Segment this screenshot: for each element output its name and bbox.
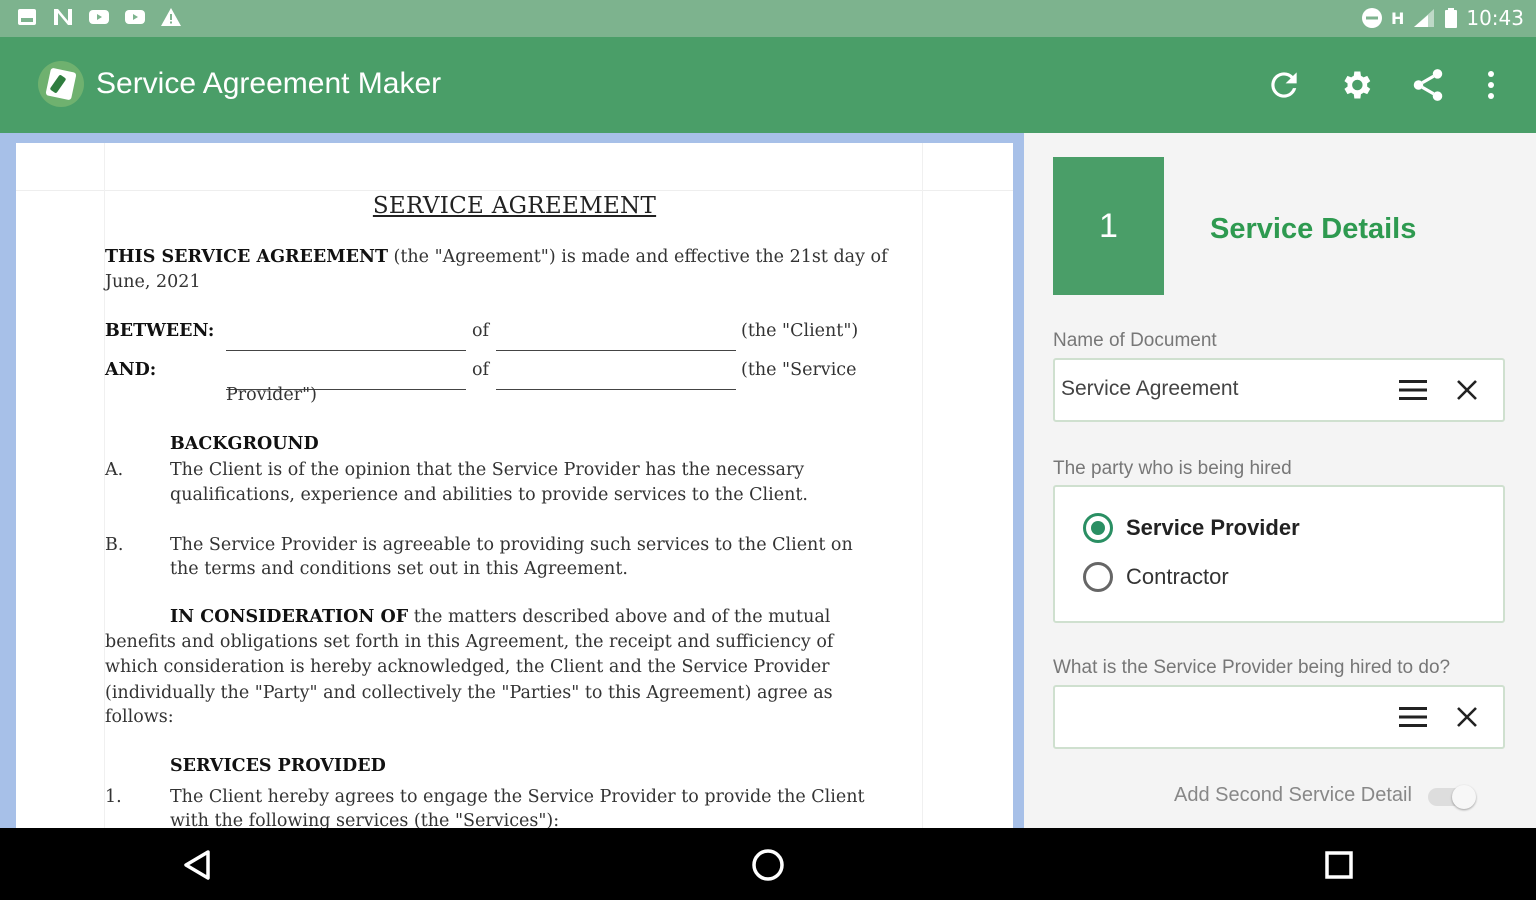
services-1-marker: 1. (105, 787, 122, 807)
clause-b-marker: B. (105, 535, 124, 555)
provider-tag-cont: Provider") (226, 385, 317, 405)
intro-line-2: June, 2021 (105, 272, 201, 292)
back-button[interactable] (174, 842, 220, 888)
consideration-line-1: IN CONSIDERATION OF the matters describe… (170, 607, 831, 627)
document-name-field[interactable]: Service Agreement (1053, 358, 1505, 422)
client-name-blank (226, 333, 466, 351)
radio-unchecked-icon[interactable] (1083, 562, 1113, 592)
clause-b-line-1: The Service Provider is agreeable to pro… (170, 535, 853, 555)
menu-icon[interactable] (1399, 706, 1427, 728)
party-label: The party who is being hired (1053, 458, 1292, 479)
clause-a-line-2: qualifications, experience and abilities… (170, 485, 808, 505)
radio-contractor[interactable]: Contractor (1083, 562, 1229, 592)
recents-icon (1325, 851, 1353, 879)
radio-label: Service Provider (1126, 515, 1300, 540)
clear-icon[interactable] (1455, 378, 1479, 402)
services-1-line-1: The Client hereby agrees to engage the S… (170, 787, 865, 807)
step-title: Service Details (1210, 213, 1417, 245)
provider-address-blank (496, 372, 736, 390)
settings-button[interactable] (1334, 63, 1378, 107)
refresh-button[interactable] (1262, 63, 1306, 107)
step-number-badge: 1 (1053, 157, 1164, 295)
status-bar: H 10:43 (0, 0, 1536, 37)
youtube-icon (125, 10, 145, 24)
battery-icon (1445, 8, 1458, 28)
system-indicators: H 10:43 (1361, 6, 1524, 30)
app-title: Service Agreement Maker (96, 67, 442, 100)
app-bar: Service Agreement Maker (0, 37, 1536, 133)
task-field[interactable] (1053, 685, 1505, 749)
form-pane: 1 Service Details Name of Document Servi… (1024, 133, 1536, 828)
main-content: SERVICE AGREEMENT THIS SERVICE AGREEMENT… (0, 133, 1536, 828)
toggle-knob[interactable] (1452, 785, 1476, 809)
consideration-line-5: follows: (105, 707, 174, 727)
client-address-blank (496, 333, 736, 351)
provider-tag: (the "Service (741, 360, 857, 380)
document-title: SERVICE AGREEMENT (372, 193, 657, 219)
background-heading: BACKGROUND (170, 434, 319, 454)
consideration-line-4: (individually the "Party" and collective… (105, 683, 833, 703)
radio-checked-icon[interactable] (1083, 513, 1113, 543)
home-icon (752, 849, 784, 881)
party-radio-group: Service Provider Contractor (1053, 485, 1505, 623)
share-icon (1413, 69, 1443, 101)
warning-icon (161, 8, 181, 26)
recents-button[interactable] (1316, 842, 1362, 888)
document-page[interactable]: SERVICE AGREEMENT THIS SERVICE AGREEMENT… (16, 143, 1013, 828)
clock: 10:43 (1466, 6, 1524, 30)
gear-icon (1344, 71, 1371, 99)
consideration-line-3: which consideration is hereby acknowledg… (105, 657, 830, 677)
refresh-icon (1271, 72, 1297, 98)
radio-service-provider[interactable]: Service Provider (1083, 513, 1300, 543)
services-heading: SERVICES PROVIDED (170, 756, 386, 776)
home-button[interactable] (745, 842, 791, 888)
network-type: H (1390, 8, 1405, 28)
intro-line-1: THIS SERVICE AGREEMENT (the "Agreement")… (105, 247, 888, 267)
consideration-line-2: benefits and obligations set forth in th… (105, 632, 834, 652)
client-tag: (the "Client") (741, 321, 859, 341)
app-logo (38, 61, 84, 107)
image-notification-icon (18, 9, 36, 25)
of-label: of (472, 321, 490, 341)
document-preview-pane[interactable]: SERVICE AGREEMENT THIS SERVICE AGREEMENT… (0, 133, 1024, 828)
second-detail-label: Add Second Service Detail (1174, 784, 1412, 806)
share-button[interactable] (1406, 63, 1450, 107)
document-name-label: Name of Document (1053, 330, 1217, 351)
second-detail-toggle[interactable] (1428, 785, 1476, 809)
clause-b-line-2: the terms and conditions set out in this… (170, 559, 628, 579)
do-not-disturb-icon (1361, 8, 1382, 28)
navigation-bar (0, 828, 1536, 900)
clause-a-marker: A. (105, 460, 124, 480)
notification-icons (16, 7, 182, 27)
signal-icon (1414, 9, 1435, 27)
overflow-menu-button[interactable] (1469, 63, 1513, 107)
menu-icon[interactable] (1399, 379, 1427, 401)
task-label: What is the Service Provider being hired… (1053, 657, 1451, 678)
back-icon (184, 850, 210, 880)
youtube-icon (89, 10, 109, 24)
n-notification-icon (54, 9, 72, 25)
between-label: BETWEEN: (105, 321, 215, 341)
radio-label: Contractor (1126, 564, 1229, 589)
of-label: of (472, 360, 490, 380)
overflow-menu-icon (1488, 71, 1494, 99)
document-name-value[interactable]: Service Agreement (1061, 377, 1238, 401)
and-label: AND: (105, 360, 157, 380)
clear-icon[interactable] (1455, 705, 1479, 729)
clause-a-line-1: The Client is of the opinion that the Se… (170, 460, 805, 480)
services-1-line-2: with the following services (the "Servic… (170, 811, 560, 828)
